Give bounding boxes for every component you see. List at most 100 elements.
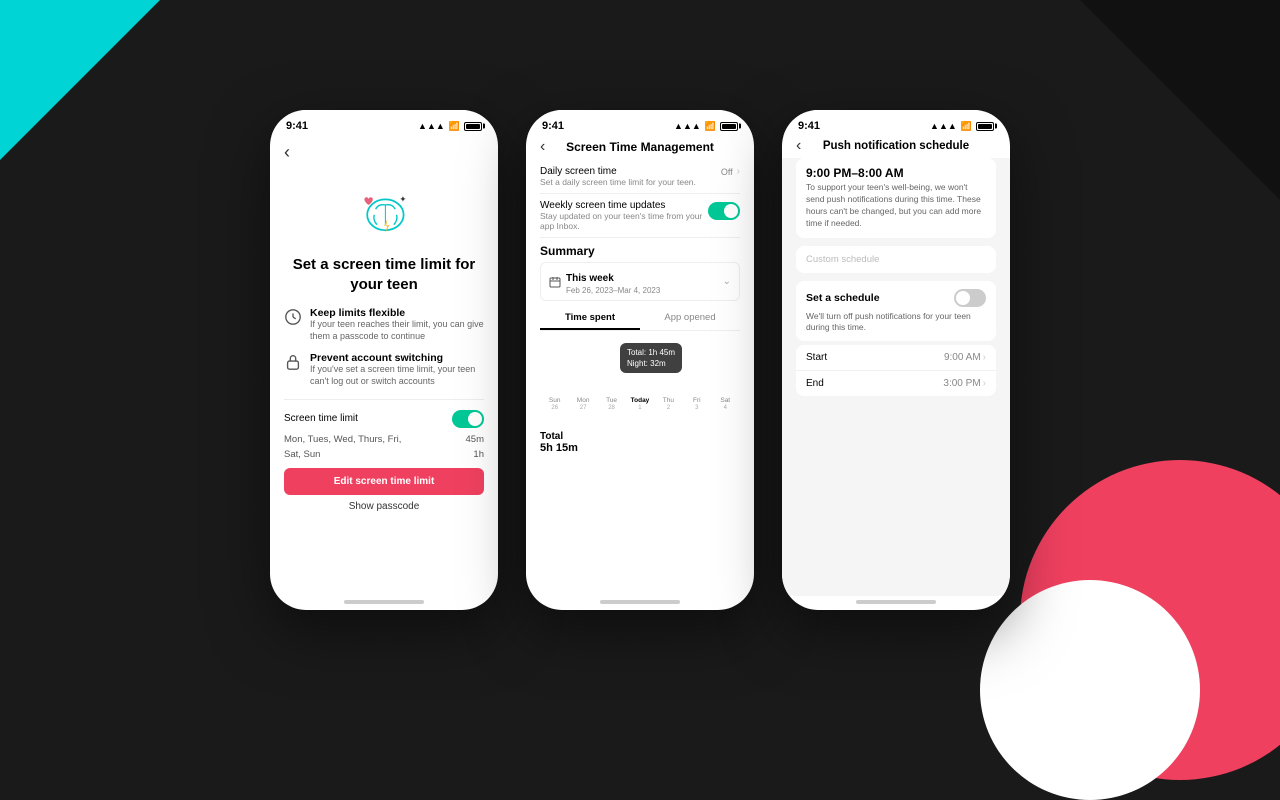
date-range: Feb 26, 2023–Mar 4, 2023 — [566, 286, 660, 295]
screen-time-label: Screen time limit — [284, 413, 358, 424]
show-passcode-button[interactable]: Show passcode — [270, 497, 498, 516]
hero-illustration: ✦ — [349, 177, 419, 247]
bar-label-thu: Thu — [663, 397, 674, 404]
status-bar-2: 9:41 ▲▲▲ 📶 — [526, 110, 754, 136]
feature1-title: Keep limits flexible — [310, 307, 484, 319]
bar-group-fri: Fri3 — [684, 342, 709, 411]
week-label: This week — [566, 273, 614, 284]
divider1 — [284, 399, 484, 400]
tooltip-total: Total: 1h 45m — [627, 347, 675, 358]
battery-icon-2 — [720, 122, 738, 131]
days2-label: Sat, Sun — [284, 449, 320, 460]
nav-bar-2: ‹ Screen Time Management — [526, 136, 754, 160]
daily-left: Daily screen time Set a daily screen tim… — [540, 166, 696, 187]
daily-right: Off › — [721, 166, 740, 177]
daily-screen-time-row[interactable]: Daily screen time Set a daily screen tim… — [540, 160, 740, 194]
bar-date-today: 1 — [638, 405, 641, 411]
week-selector-left: This week Feb 26, 2023–Mar 4, 2023 — [549, 268, 660, 295]
wifi-icon-3: 📶 — [961, 121, 972, 132]
wifi-icon-1: 📶 — [449, 121, 460, 132]
back-button-1[interactable]: ‹ — [270, 136, 498, 169]
nav-title-3: Push notification schedule — [823, 140, 969, 152]
chevron-right-end: › — [983, 378, 986, 389]
chevron-icon-daily: › — [737, 166, 740, 177]
phone1: 9:41 ▲▲▲ 📶 ‹ ✦ — [270, 110, 498, 610]
custom-schedule-input[interactable]: Custom schedule — [796, 246, 996, 273]
daily-label: Daily screen time — [540, 166, 696, 177]
feature2-text: Prevent account switching If you've set … — [310, 352, 484, 387]
bar-label-mon: Mon — [577, 397, 590, 404]
battery-icon-1 — [464, 122, 482, 131]
daily-sub: Set a daily screen time limit for your t… — [540, 177, 696, 187]
tab-time-spent[interactable]: Time spent — [540, 307, 640, 330]
bar-group-mon: Mon27 — [570, 342, 595, 411]
bar-date-sat: 4 — [724, 405, 727, 411]
schedule-toggle-header: Set a schedule — [806, 289, 986, 307]
home-indicator-3 — [856, 600, 936, 604]
start-label: Start — [806, 352, 827, 363]
total-value: 5h 15m — [540, 442, 740, 454]
bar-label-tue: Tue — [606, 397, 617, 404]
bar-date-tue: 28 — [608, 405, 615, 411]
bg-cyan-triangle — [0, 0, 160, 160]
days2-row: Sat, Sun 1h — [270, 447, 498, 462]
chevron-right-start: › — [983, 352, 986, 363]
screen-time-toggle-row: Screen time limit — [270, 406, 498, 432]
bg-black-triangle — [1080, 0, 1280, 200]
weekly-updates-row: Weekly screen time updates Stay updated … — [540, 194, 740, 238]
end-row[interactable]: End 3:00 PM › — [796, 371, 996, 396]
bar-label-fri: Fri — [693, 397, 701, 404]
bar-group-sat: Sat4 — [713, 342, 738, 411]
bar-label-sun: Sun — [549, 397, 561, 404]
phone3-content: 9:00 PM–8:00 AM To support your teen's w… — [782, 158, 1010, 596]
chevron-down-icon: ⌄ — [723, 276, 731, 287]
svg-text:✦: ✦ — [399, 194, 406, 204]
tabs-row: Time spent App opened — [540, 307, 740, 331]
schedule-toggle-block: Set a schedule We'll turn off push notif… — [796, 281, 996, 341]
schedule-toggle[interactable] — [954, 289, 986, 307]
status-bar-1: 9:41 ▲▲▲ 📶 — [270, 110, 498, 136]
phone2-content: Daily screen time Set a daily screen tim… — [526, 160, 754, 596]
status-icons-3: ▲▲▲ 📶 — [930, 121, 994, 132]
time-3: 9:41 — [798, 120, 820, 132]
days1-value: 45m — [466, 434, 484, 445]
time-2: 9:41 — [542, 120, 564, 132]
week-selector[interactable]: This week Feb 26, 2023–Mar 4, 2023 ⌄ — [540, 262, 740, 301]
chart-tooltip: Total: 1h 45m Night: 32m — [620, 343, 682, 373]
total-label: Total — [540, 431, 740, 442]
days1-label: Mon, Tues, Wed, Thurs, Fri, — [284, 434, 401, 445]
week-info: This week Feb 26, 2023–Mar 4, 2023 — [566, 268, 660, 295]
nav-bar-3: ‹ Push notification schedule — [782, 136, 1010, 158]
signal-icon-2: ▲▲▲ — [674, 121, 701, 131]
bar-label-sat: Sat — [720, 397, 730, 404]
days2-value: 1h — [473, 449, 484, 460]
calendar-icon — [549, 276, 561, 288]
end-label: End — [806, 378, 824, 389]
edit-screen-time-button[interactable]: Edit screen time limit — [284, 468, 484, 495]
weekly-label: Weekly screen time updates — [540, 200, 708, 211]
home-indicator-1 — [344, 600, 424, 604]
status-icons-1: ▲▲▲ 📶 — [418, 121, 482, 132]
end-value-group: 3:00 PM › — [943, 378, 986, 389]
total-section: Total 5h 15m — [540, 427, 740, 454]
tab-app-opened[interactable]: App opened — [640, 307, 740, 330]
wifi-icon-2: 📶 — [705, 121, 716, 132]
time-1: 9:41 — [286, 120, 308, 132]
bar-label-today: Today — [631, 397, 650, 404]
back-button-2[interactable]: ‹ — [540, 138, 545, 156]
weekly-toggle[interactable] — [708, 202, 740, 220]
chart-area: Total: 1h 45m Night: 32m Sun26Mon27 Tue28… — [540, 343, 740, 423]
back-button-3[interactable]: ‹ — [796, 137, 801, 155]
tooltip-night: Night: 32m — [627, 358, 675, 369]
fixed-time-desc: To support your teen's well-being, we wo… — [806, 182, 986, 230]
bar-group-sun: Sun26 — [542, 342, 567, 411]
phone3: 9:41 ▲▲▲ 📶 ‹ Push notification schedule … — [782, 110, 1010, 610]
schedule-toggle-label: Set a schedule — [806, 292, 880, 304]
phone1-content: ‹ ✦ Set a screen time limit for — [270, 136, 498, 596]
feature2: Prevent account switching If you've set … — [270, 347, 498, 392]
hero-area: ✦ — [270, 169, 498, 251]
start-row[interactable]: Start 9:00 AM › — [796, 345, 996, 371]
screen-time-toggle[interactable] — [452, 410, 484, 428]
bar-date-thu: 2 — [667, 405, 670, 411]
phone1-title: Set a screen time limit for your teen — [270, 251, 498, 302]
